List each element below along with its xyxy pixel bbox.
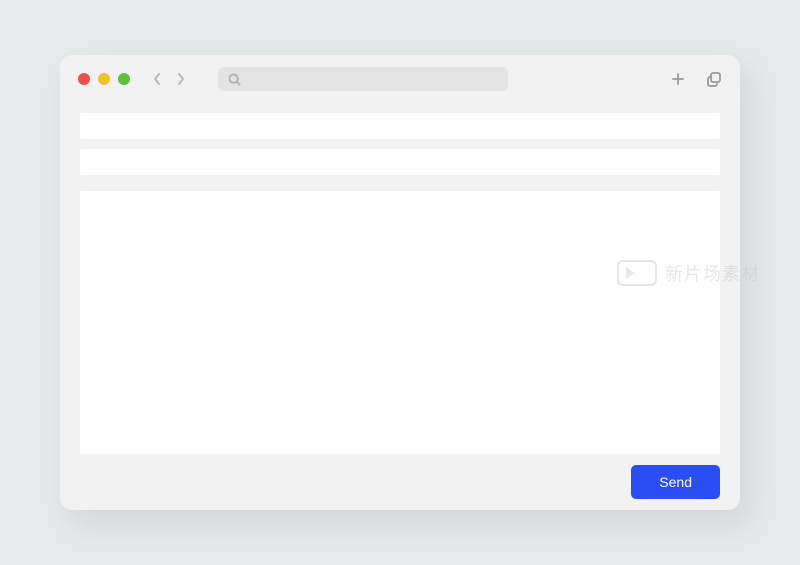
maximize-window-button[interactable] bbox=[118, 73, 130, 85]
to-field[interactable] bbox=[80, 113, 720, 139]
close-window-button[interactable] bbox=[78, 73, 90, 85]
back-button[interactable] bbox=[152, 71, 162, 87]
browser-window: Send bbox=[60, 55, 740, 510]
toolbar bbox=[60, 55, 740, 103]
chevron-left-icon bbox=[153, 72, 161, 86]
subject-field[interactable] bbox=[80, 149, 720, 175]
copy-icon bbox=[706, 71, 722, 87]
chevron-right-icon bbox=[177, 72, 185, 86]
search-icon bbox=[228, 73, 241, 86]
send-button[interactable]: Send bbox=[631, 465, 720, 499]
tabs-overview-button[interactable] bbox=[706, 71, 722, 87]
toolbar-right bbox=[670, 71, 722, 87]
minimize-window-button[interactable] bbox=[98, 73, 110, 85]
new-tab-button[interactable] bbox=[670, 71, 686, 87]
compose-content bbox=[60, 103, 740, 454]
footer: Send bbox=[60, 454, 740, 510]
forward-button[interactable] bbox=[176, 71, 186, 87]
traffic-lights bbox=[78, 73, 130, 85]
nav-arrows bbox=[152, 71, 186, 87]
message-body[interactable] bbox=[80, 191, 720, 454]
plus-icon bbox=[671, 72, 685, 86]
address-bar[interactable] bbox=[218, 67, 508, 91]
